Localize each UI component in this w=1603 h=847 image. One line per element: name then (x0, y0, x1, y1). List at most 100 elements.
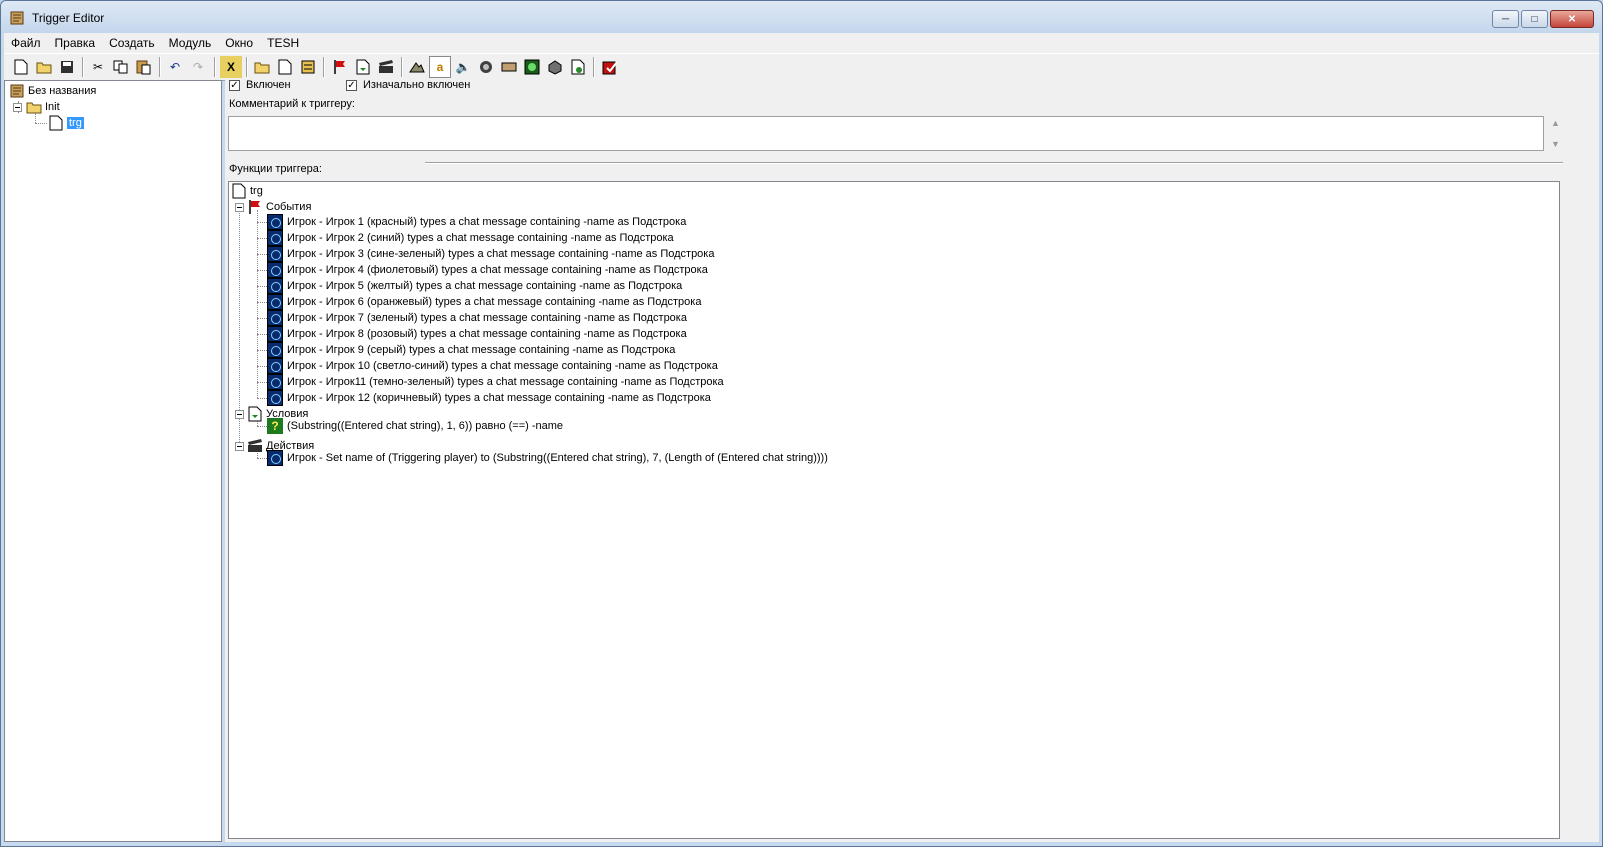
window-title: Trigger Editor (32, 11, 105, 25)
enabled-checkbox[interactable]: ✓ (229, 79, 240, 91)
menu-create[interactable]: Создать (102, 33, 162, 53)
menu-tesh[interactable]: TESH (260, 33, 306, 53)
trigger-root-node[interactable]: trg (231, 183, 263, 199)
event-row[interactable]: Игрок - Игрок 4 (фиолетовый) types a cha… (267, 262, 708, 278)
events-node[interactable]: События (235, 199, 311, 215)
menu-file[interactable]: Файл (4, 33, 48, 53)
event-text: Игрок - Игрок 12 (коричневый) types a ch… (287, 392, 711, 404)
event-row[interactable]: Игрок - Игрок 5 (желтый) types a chat me… (267, 278, 682, 294)
tree-category-label: Init (45, 101, 60, 113)
test-map-icon[interactable] (599, 56, 621, 78)
clapperboard-icon (248, 439, 262, 452)
sound-editor-icon[interactable]: 🔈 (452, 56, 474, 78)
copy-icon[interactable] (110, 56, 132, 78)
event-text: Игрок - Игрок 5 (желтый) types a chat me… (287, 280, 683, 292)
player-event-icon (267, 246, 283, 262)
event-row[interactable]: Игрок - Игрок 1 (красный) types a chat m… (267, 214, 686, 230)
functions-label: Функции триггера: (229, 163, 322, 175)
trigger-document-icon (232, 183, 246, 199)
terrain-editor-icon[interactable] (406, 56, 428, 78)
event-text: Игрок - Игрок 6 (оранжевый) types a chat… (287, 296, 702, 308)
event-row[interactable]: Игрок - Игрок 12 (коричневый) types a ch… (267, 390, 711, 406)
event-row[interactable]: Игрок - Игрок 6 (оранжевый) types a chat… (267, 294, 701, 310)
enabled-checkbox-row[interactable]: ✓ Включен (229, 77, 291, 93)
ai-editor-icon[interactable] (521, 56, 543, 78)
object-editor-icon[interactable] (475, 56, 497, 78)
player-event-icon (267, 310, 283, 326)
redo-icon[interactable]: ↷ (187, 56, 209, 78)
close-editor-x-icon[interactable]: X (220, 56, 242, 78)
trigger-tree-panel: Без названия Init trg (4, 80, 222, 842)
condition-document-icon (248, 406, 262, 422)
event-flag-icon (249, 200, 260, 214)
action-text: Игрок - Set name of (Triggering player) … (287, 452, 828, 464)
new-action-icon[interactable] (375, 56, 397, 78)
event-row[interactable]: Игрок - Игрок 7 (зеленый) types a chat m… (267, 310, 687, 326)
event-row[interactable]: Игрок - Игрок 10 (светло-синий) types a … (267, 358, 718, 374)
new-condition-icon[interactable] (352, 56, 374, 78)
collapse-toggle[interactable] (13, 102, 22, 112)
minimize-button[interactable]: ─ (1492, 10, 1519, 28)
comment-textarea[interactable] (228, 116, 1544, 151)
close-button[interactable]: ✕ (1550, 10, 1594, 28)
menu-window[interactable]: Окно (218, 33, 260, 53)
event-row[interactable]: Игрок - Игрок 9 (серый) types a chat mes… (267, 342, 675, 358)
event-row[interactable]: Игрок - Игрок 2 (синий) types a chat mes… (267, 230, 674, 246)
trigger-document-icon (49, 115, 63, 131)
title-bar[interactable]: Trigger Editor ─ □ ✕ (1, 1, 1602, 33)
event-row[interactable]: Игрок - Игрок11 (темно-зеленый) types a … (267, 374, 724, 390)
maximize-button[interactable]: □ (1521, 10, 1548, 28)
event-text: Игрок - Игрок 1 (красный) types a chat m… (287, 216, 687, 228)
paste-icon[interactable] (133, 56, 155, 78)
new-category-icon[interactable] (251, 56, 273, 78)
cut-icon[interactable]: ✂ (87, 56, 109, 78)
tree-root-label: Без названия (28, 85, 97, 97)
comment-scrollbar[interactable]: ▲ ▼ (1547, 116, 1564, 151)
player-event-icon (267, 374, 283, 390)
trigger-editor-icon[interactable]: a (429, 56, 451, 78)
event-text: Игрок - Игрок 9 (серый) types a chat mes… (287, 344, 676, 356)
event-text: Игрок - Игрок 4 (фиолетовый) types a cha… (287, 264, 708, 276)
campaign-editor-icon[interactable] (498, 56, 520, 78)
player-event-icon (267, 358, 283, 374)
tree-trigger-trg[interactable]: trg (48, 115, 84, 131)
collapse-toggle[interactable] (235, 202, 244, 212)
menu-module[interactable]: Модуль (162, 33, 219, 53)
tree-root-map[interactable]: Без названия (9, 83, 96, 99)
player-event-icon (267, 230, 283, 246)
trigger-editor-app-icon (10, 11, 24, 25)
import-manager-icon[interactable] (567, 56, 589, 78)
event-text: Игрок - Игрок 10 (светло-синий) types a … (287, 360, 718, 372)
collapse-toggle[interactable] (235, 441, 244, 451)
event-row[interactable]: Игрок - Игрок 3 (сине-зеленый) types a c… (267, 246, 714, 262)
collapse-toggle[interactable] (235, 409, 244, 419)
undo-icon[interactable]: ↶ (164, 56, 186, 78)
tree-category-init[interactable]: Init (13, 99, 60, 115)
trigger-functions-tree: trg События Игрок - Игрок 1 (красный) ty… (228, 181, 1560, 839)
event-row[interactable]: Игрок - Игрок 8 (розовый) types a chat m… (267, 326, 687, 342)
menu-bar: Файл Правка Создать Модуль Окно TESH (4, 33, 1599, 53)
player-action-icon (267, 450, 283, 466)
trigger-editor-window: Trigger Editor ─ □ ✕ Файл Правка Создать… (0, 0, 1603, 847)
new-trigger-icon[interactable] (274, 56, 296, 78)
player-event-icon (267, 294, 283, 310)
initially-on-checkbox[interactable]: ✓ (346, 79, 357, 91)
open-folder-icon[interactable] (33, 56, 55, 78)
player-event-icon (267, 214, 283, 230)
new-comment-icon[interactable] (297, 56, 319, 78)
initially-on-checkbox-row[interactable]: ✓ Изначально включен (346, 77, 470, 93)
player-event-icon (267, 262, 283, 278)
enabled-label: Включен (246, 79, 291, 91)
events-label: События (266, 201, 312, 213)
menu-edit[interactable]: Правка (48, 33, 103, 53)
event-text: Игрок - Игрок11 (темно-зеленый) types a … (287, 376, 724, 388)
condition-row[interactable]: ? (Substring((Entered chat string), 1, 6… (267, 418, 563, 434)
trigger-root-label: trg (250, 185, 263, 197)
new-event-icon[interactable] (329, 56, 351, 78)
event-text: Игрок - Игрок 2 (синий) types a chat mes… (287, 232, 674, 244)
map-scroll-icon (10, 84, 24, 98)
action-row[interactable]: Игрок - Set name of (Triggering player) … (267, 450, 828, 466)
new-document-icon[interactable] (10, 56, 32, 78)
object-manager-icon[interactable] (544, 56, 566, 78)
save-icon[interactable] (56, 56, 78, 78)
